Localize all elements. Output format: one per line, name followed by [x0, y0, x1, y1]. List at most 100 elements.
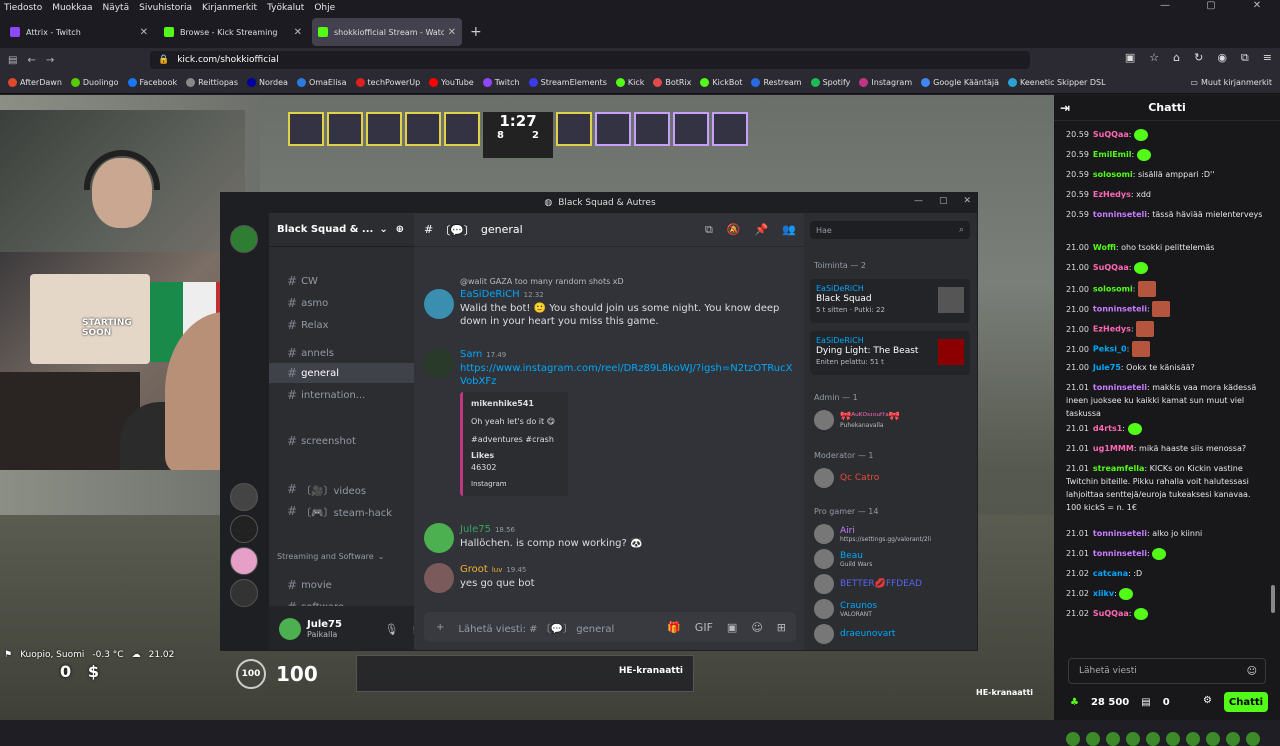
chat-username[interactable]: xiikv	[1093, 589, 1114, 598]
bookmark-restream[interactable]: Restream	[751, 78, 802, 87]
bookmark-google-kääntäjä[interactable]: Google Kääntäjä	[921, 78, 999, 87]
chat-username[interactable]: Woffi	[1093, 243, 1116, 252]
channel-item[interactable]: # movie	[269, 575, 414, 595]
tab-3[interactable]: shokkiofficial Stream - Watc ✕	[312, 18, 462, 46]
bookmark-kick[interactable]: Kick	[615, 78, 644, 87]
maximize-icon[interactable]: ▢	[1188, 0, 1234, 11]
instagram-embed[interactable]: mikenhike541 Oh yeah let's do it 😋 #advent…	[460, 392, 568, 496]
activity-card[interactable]: EaSiDeRiCH Dying Light: The Beast Eniten p…	[810, 331, 970, 375]
chat-username[interactable]: d4rts1	[1093, 424, 1122, 433]
points-value[interactable]: 28 500	[1091, 697, 1129, 708]
kicks-value[interactable]: 0	[1163, 697, 1170, 708]
add-attachment-icon[interactable]: +	[436, 622, 444, 633]
server-icon[interactable]	[230, 225, 258, 253]
avatar[interactable]	[814, 599, 834, 619]
emoji-icon[interactable]: ☺	[1247, 666, 1257, 677]
bookmark-instagram[interactable]: Instagram	[859, 78, 912, 87]
emote-icon[interactable]	[1246, 732, 1260, 746]
emote-icon[interactable]	[1086, 732, 1100, 746]
activity-card[interactable]: EaSiDeRiCH Black Squad 5 t sitten · Putki:…	[810, 279, 970, 323]
menu-item-tiedosto[interactable]: Tiedosto	[4, 3, 42, 13]
emote-icon[interactable]	[1106, 732, 1120, 746]
bookmark-youtube[interactable]: YouTube	[429, 78, 474, 87]
chat-username[interactable]: tonninseteli	[1093, 305, 1147, 314]
minimize-icon[interactable]: —	[1142, 0, 1188, 11]
chat-username[interactable]: tonninseteli	[1093, 210, 1147, 219]
server-icon[interactable]	[230, 515, 258, 543]
chat-username[interactable]: catcana	[1093, 569, 1128, 578]
emote-icon[interactable]	[1226, 732, 1240, 746]
close-icon[interactable]: ✕	[1234, 0, 1280, 11]
member-item[interactable]: Beau Guild Wars	[814, 548, 974, 570]
emote-icon[interactable]	[1146, 732, 1160, 746]
avatar[interactable]	[424, 289, 454, 319]
member-item[interactable]: BETTER💋FFDEAD	[814, 573, 974, 595]
close-icon[interactable]: ✕	[448, 27, 456, 38]
bookmark-star-icon[interactable]: ☆	[1149, 51, 1159, 65]
new-tab-button[interactable]: +	[470, 24, 482, 40]
avatar[interactable]	[814, 468, 834, 488]
composer-placeholder[interactable]: Lähetä viesti: # 〔💬〕 general	[458, 620, 614, 635]
channel-item[interactable]: # internation...	[269, 385, 414, 405]
menu-item-ohje[interactable]: Ohje	[314, 3, 335, 13]
chat-username[interactable]: solosomi	[1093, 285, 1133, 294]
author-name[interactable]: Jule75	[460, 524, 491, 535]
bookmark-facebook[interactable]: Facebook	[127, 78, 177, 87]
bookmark-spotify[interactable]: Spotify	[810, 78, 850, 87]
emote-icon[interactable]	[1206, 732, 1220, 746]
collapse-chat-icon[interactable]: ⇥	[1060, 101, 1070, 115]
channel-item[interactable]: # Relax	[269, 315, 414, 335]
menu-item-muokkaa[interactable]: Muokkaa	[52, 3, 92, 13]
account-icon[interactable]: ◉	[1217, 51, 1227, 65]
chat-username[interactable]: ug1MMM	[1093, 444, 1134, 453]
member-item[interactable]: 🎀ᴬᵘᴷᴼˢᶦᵒᵘᶠᶠᵃ🎀 Puhekanavalla	[814, 409, 974, 431]
microphone-icon[interactable]: 🎙	[384, 623, 398, 636]
sidebar-icon[interactable]: ▤	[8, 55, 17, 66]
server-icon[interactable]	[230, 579, 258, 607]
close-icon[interactable]: ✕	[963, 196, 971, 206]
channel-item[interactable]: # annels	[269, 343, 414, 363]
bookmark-omaelisa[interactable]: OmaElisa	[296, 78, 347, 87]
chat-username[interactable]: tonninseteli	[1093, 549, 1147, 558]
author-name[interactable]: Sam	[460, 349, 482, 360]
chat-scrollbar[interactable]	[1271, 585, 1275, 613]
chat-username[interactable]: EzHedys	[1093, 190, 1131, 199]
tab-2[interactable]: Browse - Kick Streaming ✕	[158, 18, 308, 46]
member-item[interactable]: Airi https://settings.gg/valorant/2li	[814, 523, 974, 545]
back-icon[interactable]: ←	[27, 55, 35, 66]
chat-username[interactable]: SuQQaa	[1093, 609, 1129, 618]
bookmark-afterdawn[interactable]: AfterDawn	[8, 78, 62, 87]
bookmark-kickbot[interactable]: KickBot	[700, 78, 742, 87]
chat-username[interactable]: EmilEmil	[1093, 150, 1132, 159]
emote-icon[interactable]	[1166, 732, 1180, 746]
reader-icon[interactable]: ▣	[1125, 51, 1135, 65]
chat-username[interactable]: SuQQaa	[1093, 263, 1129, 272]
avatar[interactable]	[814, 574, 834, 594]
search-input[interactable]: Hae ⌕	[810, 221, 970, 239]
emote-icon[interactable]	[1126, 732, 1140, 746]
tab-1[interactable]: Attrix - Twitch ✕	[4, 18, 154, 46]
avatar[interactable]	[424, 523, 454, 553]
message-link[interactable]: https://www.instagram.com/reel/DRz89L8ko…	[460, 362, 794, 388]
reload-icon[interactable]: ↻	[1194, 51, 1203, 65]
bookmark-techpowerup[interactable]: techPowerUp	[355, 78, 420, 87]
channel-item[interactable]: # 〔🎥〕videos	[269, 479, 414, 499]
threads-icon[interactable]: ⧉	[705, 223, 713, 237]
emoji-icon[interactable]: ☺	[751, 621, 762, 634]
channel-item[interactable]: # general	[269, 363, 414, 383]
avatar[interactable]	[424, 348, 454, 378]
bookmark-duolingo[interactable]: Duolingo	[70, 78, 119, 87]
chat-username[interactable]: solosomi	[1093, 170, 1133, 179]
menu-item-näytä[interactable]: Näytä	[102, 3, 129, 13]
other-bookmarks[interactable]: ▭ Muut kirjanmerkit	[1190, 78, 1272, 87]
bookmark-keenetic-skipper-dsl[interactable]: Keenetic Skipper DSL	[1008, 78, 1106, 87]
menu-item-sivuhistoria[interactable]: Sivuhistoria	[139, 3, 192, 13]
channel-item[interactable]: # CW	[269, 271, 414, 291]
apps-icon[interactable]: ⊞	[777, 621, 786, 634]
chat-username[interactable]: tonninseteli	[1093, 529, 1147, 538]
forward-icon[interactable]: →	[46, 55, 54, 66]
maximize-icon[interactable]: ▢	[939, 196, 948, 206]
bookmark-twitch[interactable]: Twitch	[482, 78, 520, 87]
chat-username[interactable]: SuQQaa	[1093, 130, 1129, 139]
channel-item[interactable]: # asmo	[269, 293, 414, 313]
